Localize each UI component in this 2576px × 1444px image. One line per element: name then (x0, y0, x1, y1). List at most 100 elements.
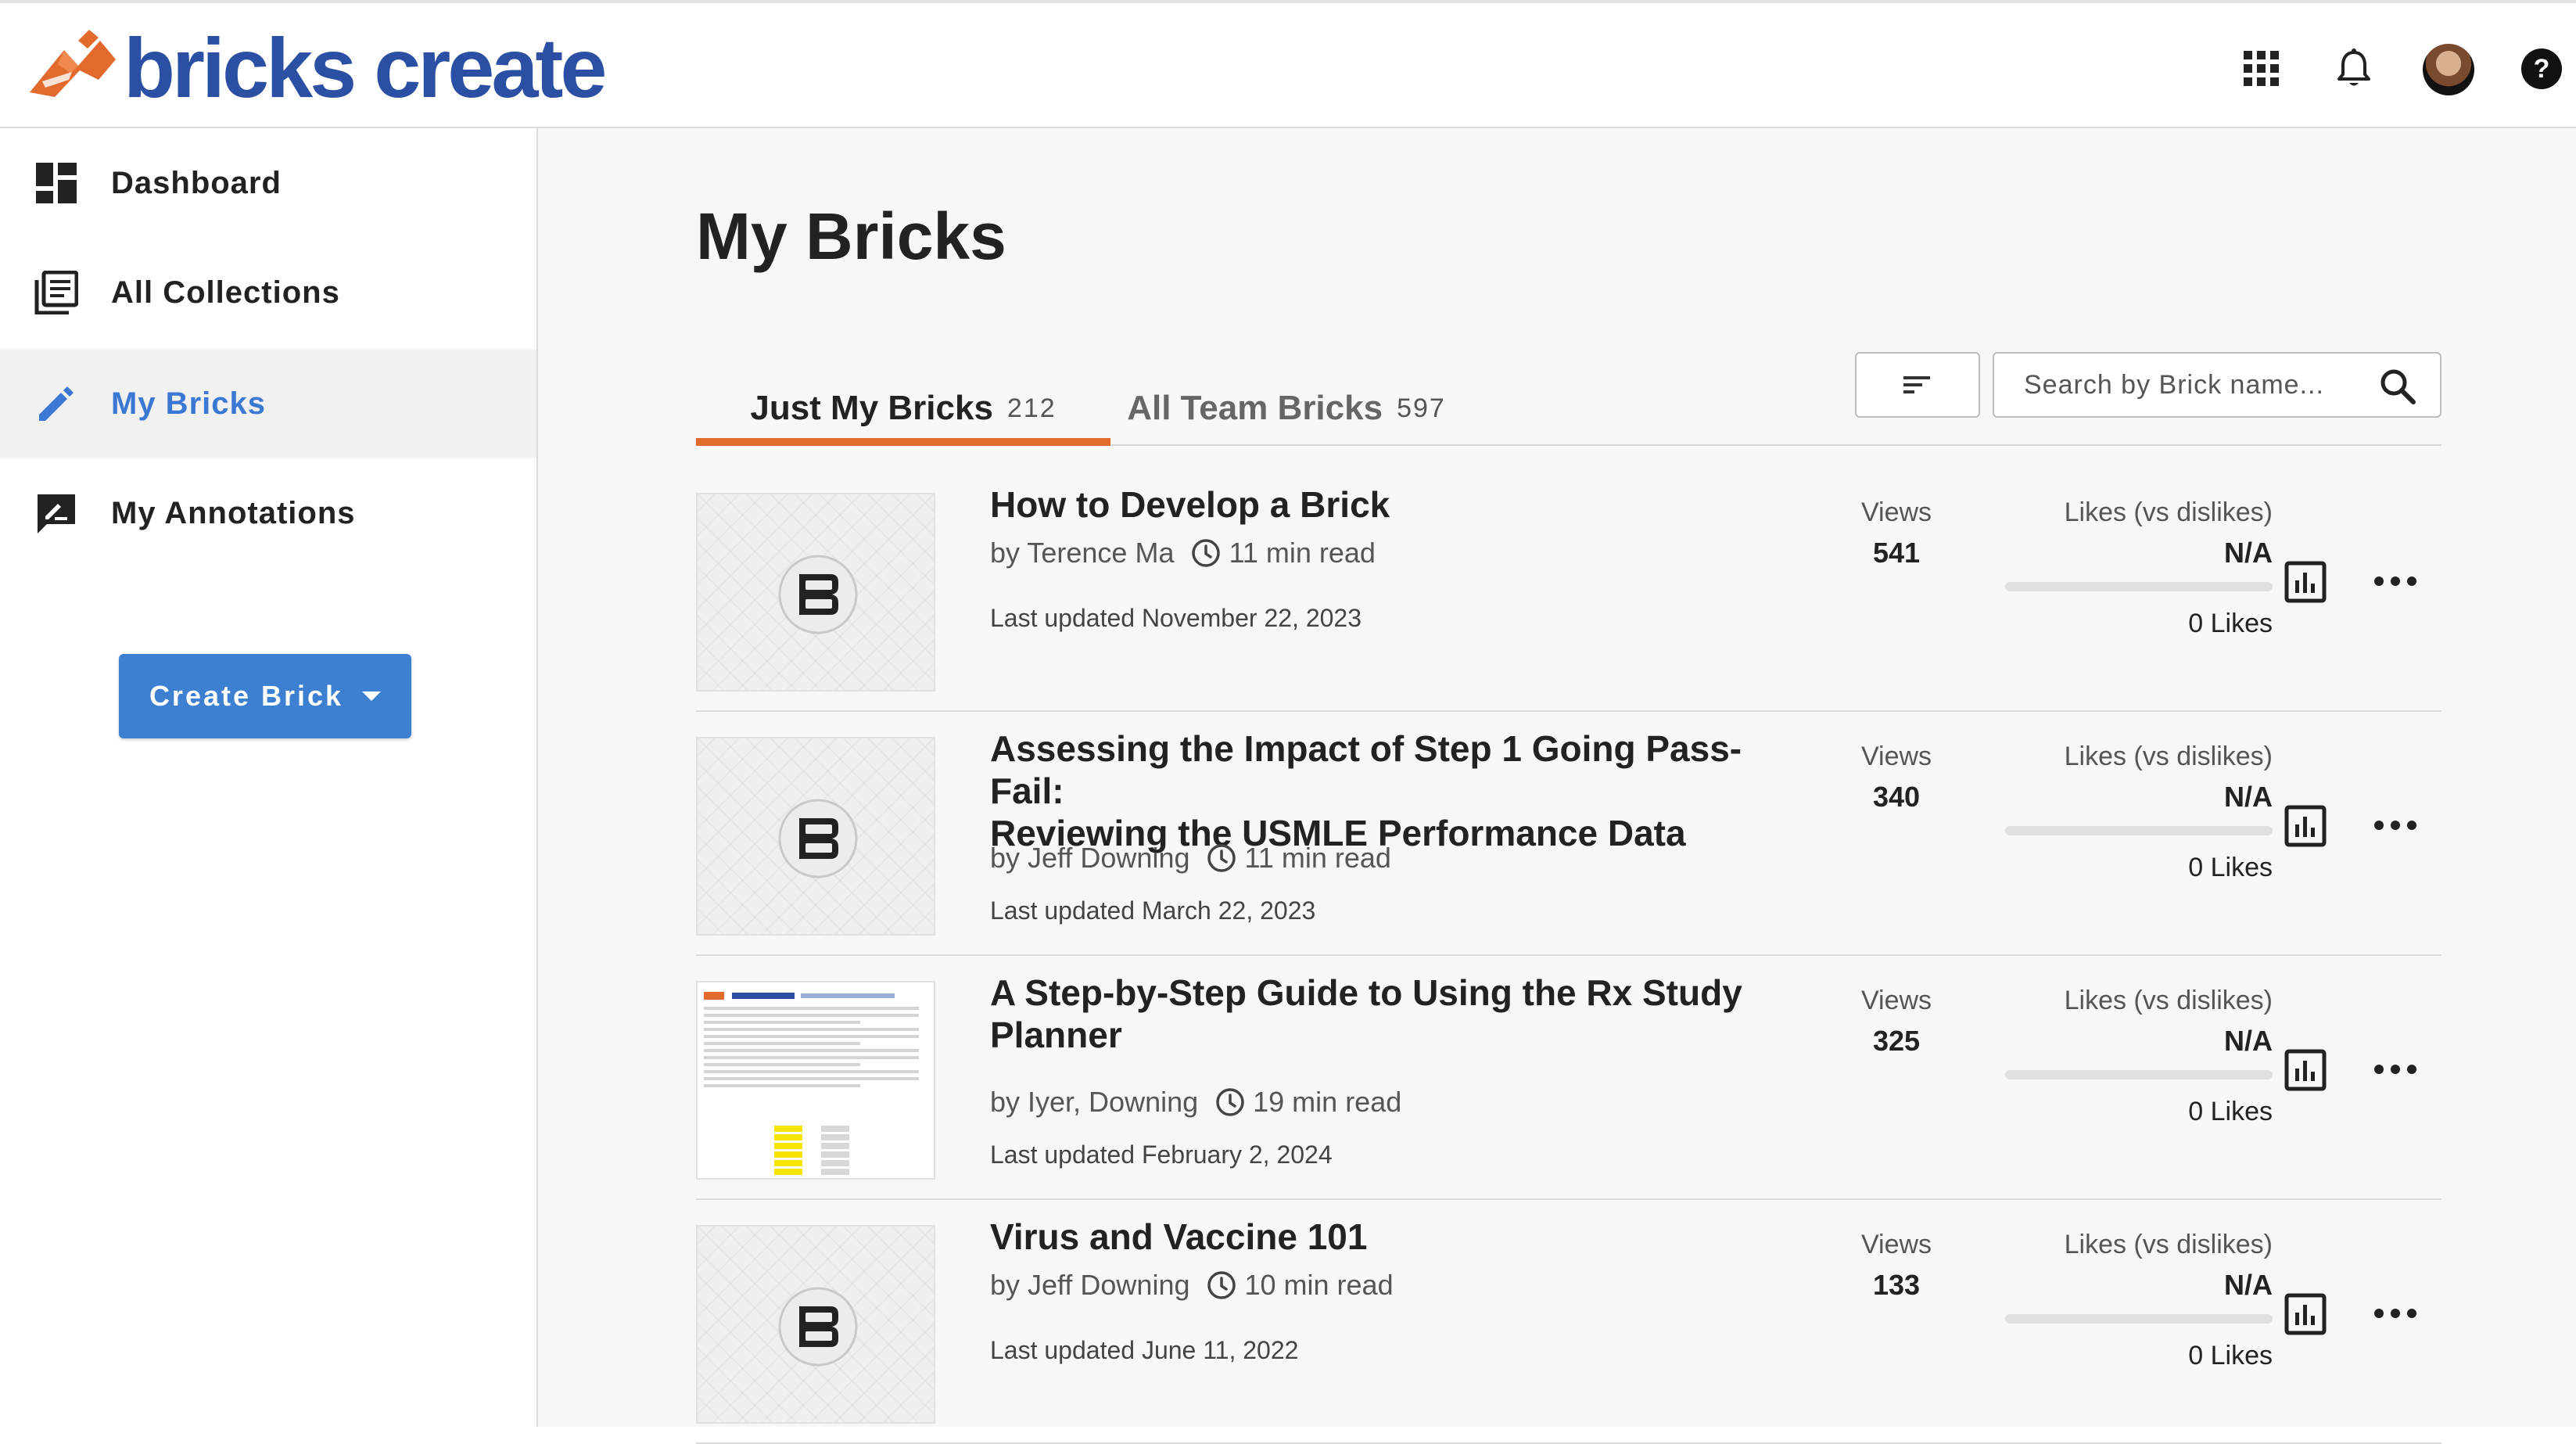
document-preview (704, 989, 927, 1175)
pencil-icon (39, 386, 74, 421)
svg-text:?: ? (2534, 54, 2550, 84)
tab-just-my-bricks[interactable]: Just My Bricks 212 (696, 371, 1110, 446)
brick-thumbnail[interactable] (696, 493, 935, 691)
brick-thumbnail[interactable] (696, 981, 935, 1180)
views-count: 325 (1872, 1025, 1921, 1057)
caret-down-icon (362, 691, 382, 701)
likes-ratio: N/A (2224, 537, 2273, 569)
views-label: Views (1860, 1230, 1932, 1259)
brick-logo-icon (778, 1287, 858, 1367)
brick-last-updated: Last updated March 22, 2023 (990, 896, 1316, 925)
brick-title[interactable]: A Step-by-Step Guide to Using the Rx Stu… (990, 972, 1803, 1056)
logo-mark-icon (30, 30, 116, 97)
brick-read-time: 11 min read (1244, 842, 1391, 874)
likes-ratio-bar (2005, 826, 2273, 835)
brick-logo-icon (778, 799, 858, 878)
sidebar-item-my-bricks[interactable]: My Bricks (0, 349, 536, 458)
brick-row[interactable]: A Step-by-Step Guide to Using the Rx Stu… (696, 956, 2441, 1200)
brick-meta: by Iyer, Downing 19 min read (990, 1086, 1401, 1119)
brick-title[interactable]: Virus and Vaccine 101 (990, 1216, 1803, 1258)
brick-author: by Jeff Downing (990, 842, 1190, 874)
sidebar-item-label: All Collections (111, 275, 340, 310)
brick-title[interactable]: How to Develop a Brick (990, 483, 1803, 526)
bell-icon[interactable] (2329, 44, 2379, 94)
brick-title[interactable]: Assessing the Impact of Step 1 Going Pas… (990, 727, 1803, 854)
brick-title-line: Virus and Vaccine 101 (990, 1216, 1368, 1257)
search-icon[interactable] (2379, 368, 2416, 405)
brick-meta: by Terence Ma 11 min read (990, 537, 1376, 569)
tab-count: 212 (1006, 393, 1057, 423)
search-input[interactable] (2022, 368, 2354, 401)
brick-read-time: 10 min read (1244, 1269, 1394, 1301)
create-brick-button[interactable]: Create Brick (119, 654, 411, 738)
sidebar: Dashboard All Collections My Bricks My A… (0, 128, 538, 1427)
views-label: Views (1860, 742, 1932, 771)
page-title: My Bricks (696, 199, 1006, 273)
more-options-icon[interactable] (2371, 814, 2420, 837)
brick-read-time: 19 min read (1253, 1086, 1402, 1118)
analytics-icon[interactable] (2284, 1048, 2327, 1092)
brick-title-line: Assessing the Impact of Step 1 Going Pas… (990, 728, 1742, 811)
brick-author: by Iyer, Downing (990, 1086, 1199, 1118)
brick-read-time: 11 min read (1229, 537, 1376, 569)
likes-count: 0 Likes (2188, 853, 2273, 882)
views-count: 340 (1872, 781, 1921, 813)
clock-icon (1207, 844, 1236, 872)
likes-label: Likes (vs dislikes) (2064, 742, 2273, 771)
clock-icon (1192, 539, 1221, 567)
likes-ratio-bar (2005, 1314, 2273, 1324)
more-options-icon[interactable] (2371, 1302, 2420, 1325)
help-icon[interactable]: ? (2517, 44, 2567, 94)
brick-thumbnail[interactable] (696, 1225, 935, 1424)
views-label: Views (1860, 986, 1932, 1015)
brick-logo-icon (778, 555, 858, 634)
dashboard-icon (36, 163, 77, 203)
sidebar-item-all-collections[interactable]: All Collections (0, 238, 536, 347)
brick-meta: by Jeff Downing 11 min read (990, 842, 1391, 875)
likes-ratio-bar (2005, 582, 2273, 591)
tab-label: All Team Bricks (1127, 389, 1383, 427)
top-header: bricks create ? (0, 0, 2576, 128)
sidebar-item-my-annotations[interactable]: My Annotations (0, 458, 536, 568)
brick-thumbnail[interactable] (696, 737, 935, 936)
clock-icon (1216, 1088, 1244, 1116)
brick-author: by Terence Ma (990, 537, 1175, 569)
brick-title-line: A Step-by-Step Guide to Using the Rx Stu… (990, 972, 1742, 1013)
logo-text: bricks create (124, 20, 607, 115)
sort-button[interactable] (1855, 352, 1980, 418)
clock-icon (1207, 1271, 1236, 1299)
main-content: My Bricks Just My Bricks 212 All Team Br… (538, 128, 2576, 1444)
likes-ratio: N/A (2224, 781, 2273, 813)
sidebar-item-dashboard[interactable]: Dashboard (0, 128, 536, 238)
likes-ratio: N/A (2224, 1269, 2273, 1301)
sidebar-item-label: My Annotations (111, 495, 356, 530)
brick-author: by Jeff Downing (990, 1269, 1190, 1301)
likes-count: 0 Likes (2188, 1341, 2273, 1370)
likes-ratio: N/A (2224, 1025, 2273, 1057)
likes-label: Likes (vs dislikes) (2064, 986, 2273, 1015)
brick-title-line: How to Develop a Brick (990, 484, 1390, 525)
tab-label: Just My Bricks (750, 389, 993, 427)
more-options-icon[interactable] (2371, 1058, 2420, 1081)
brick-row[interactable]: Assessing the Impact of Step 1 Going Pas… (696, 712, 2441, 956)
more-options-icon[interactable] (2371, 569, 2420, 593)
tab-count: 597 (1397, 393, 1446, 423)
analytics-icon[interactable] (2284, 804, 2327, 848)
user-avatar[interactable] (2423, 44, 2474, 95)
brick-title-line: Planner (990, 1015, 1122, 1055)
sort-icon (1903, 376, 1930, 393)
apps-grid-icon[interactable] (2237, 44, 2287, 94)
analytics-icon[interactable] (2284, 560, 2327, 604)
bricks-create-logo[interactable]: bricks create (23, 20, 607, 115)
brick-row[interactable]: Virus and Vaccine 101 by Jeff Downing 10 m… (696, 1200, 2441, 1444)
brick-row[interactable]: How to Develop a Brick by Terence Ma 11 mi… (696, 468, 2441, 712)
views-count: 133 (1872, 1269, 1921, 1301)
brick-meta: by Jeff Downing 10 min read (990, 1269, 1394, 1302)
likes-label: Likes (vs dislikes) (2064, 1230, 2273, 1259)
analytics-icon[interactable] (2284, 1292, 2327, 1336)
tab-all-team-bricks[interactable]: All Team Bricks 597 (1110, 371, 1462, 446)
likes-count: 0 Likes (2188, 1097, 2273, 1126)
likes-count: 0 Likes (2188, 609, 2273, 638)
sidebar-item-label: My Bricks (111, 386, 266, 421)
brick-last-updated: Last updated February 2, 2024 (990, 1140, 1333, 1169)
